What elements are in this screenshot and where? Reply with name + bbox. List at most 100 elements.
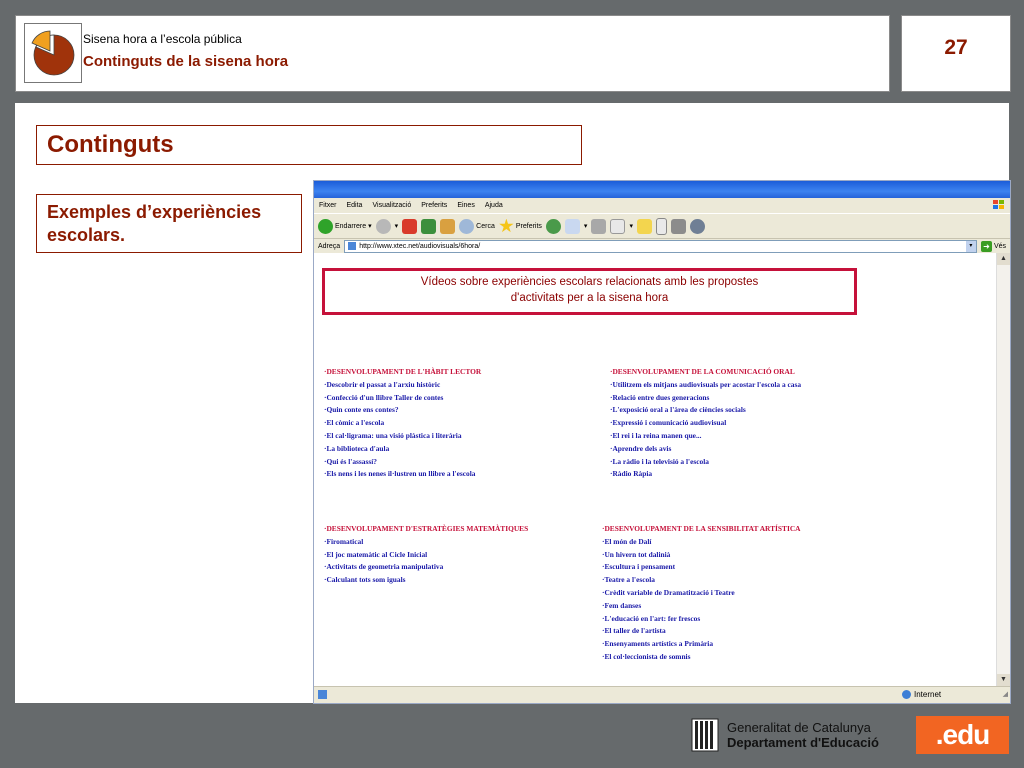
- section-heading: ·DESENVOLUPAMENT D'ESTRATÈGIES MATEMÀTIQ…: [324, 524, 529, 533]
- slide-content: Continguts Exemples d’experiències escol…: [15, 103, 1011, 704]
- messenger-icon[interactable]: [670, 218, 686, 234]
- back-button[interactable]: Endarrere ▾: [318, 218, 372, 234]
- link-item[interactable]: ·Teatre a l'escola: [602, 574, 801, 587]
- link-item[interactable]: ·El joc matemàtic al Cicle Inicial: [324, 549, 528, 562]
- link-item[interactable]: ·Ensenyaments artístics a Primària: [602, 638, 801, 651]
- gencat-line1: Generalitat de Catalunya: [727, 720, 871, 735]
- link-item[interactable]: ·El rei i la reina manen que...: [610, 430, 801, 443]
- link-item[interactable]: ·Calculant tots som iguals: [324, 574, 528, 587]
- link-item[interactable]: ·El món de Dalí: [602, 536, 801, 549]
- search-button-label: Cerca: [476, 222, 495, 230]
- section-title: Continguts: [36, 125, 582, 165]
- globe-icon: [902, 690, 911, 699]
- webpage-heading-line1: Vídeos sobre experiències escolars relac…: [420, 276, 759, 288]
- browser-window: Fitxer Edita Visualització Preferits Ein…: [313, 180, 1011, 704]
- address-bar: Adreça http://www.xtec.net/audiovisuals/…: [314, 239, 1010, 254]
- discuss-icon[interactable]: [689, 218, 705, 234]
- menu-item-visualitzacio[interactable]: Visualització: [372, 202, 411, 209]
- header-subtitle: Sisena hora a l’escola pública: [83, 32, 242, 46]
- menu-item-fitxer[interactable]: Fitxer: [319, 202, 337, 209]
- section-comunicacio-oral: ·DESENVOLUPAMENT DE LA COMUNICACIÓ ORAL …: [610, 366, 801, 481]
- go-button[interactable]: ➜ Vés: [980, 240, 1006, 252]
- link-item[interactable]: ·Quin conte ens contes?: [324, 404, 481, 417]
- link-item[interactable]: ·Firomatical: [324, 536, 528, 549]
- link-item[interactable]: ·El taller de l'artista: [602, 625, 801, 638]
- page-number-box: 27: [901, 15, 1011, 92]
- page-status-icon: [318, 690, 327, 699]
- go-label: Vés: [993, 242, 1006, 250]
- section-heading: ·DESENVOLUPAMENT DE L'HÀBIT LECTOR: [324, 367, 482, 376]
- link-item[interactable]: ·Escultura i pensament: [602, 561, 801, 574]
- link-item[interactable]: ·Relació entre dues generacions: [610, 392, 801, 405]
- webpage-heading: Vídeos sobre experiències escolars relac…: [322, 268, 857, 315]
- link-item[interactable]: ·Crèdit variable de Dramatització i Teat…: [602, 587, 801, 600]
- scroll-down-icon[interactable]: ▼: [997, 674, 1010, 686]
- gencat-line2: Departament d'Educació: [727, 735, 879, 750]
- zone-label: Internet: [914, 690, 942, 699]
- link-item[interactable]: ·Els nens i les nenes il·lustren un llib…: [324, 468, 481, 481]
- section-heading: ·DESENVOLUPAMENT DE LA COMUNICACIÓ ORAL: [610, 367, 795, 376]
- browser-statusbar: Internet ◢: [314, 686, 1010, 703]
- link-item[interactable]: ·Aprendre dels avis: [610, 443, 801, 456]
- link-item[interactable]: ·L'educació en l'art: fer frescos: [602, 613, 801, 626]
- link-item[interactable]: ·Ràdio Ràpia: [610, 468, 801, 481]
- link-item[interactable]: ·Utilitzem els mitjans audiovisuals per …: [610, 379, 801, 392]
- windows-flag-icon: [993, 200, 1004, 209]
- home-icon[interactable]: [440, 218, 456, 234]
- security-zone: Internet: [902, 690, 941, 699]
- address-input[interactable]: http://www.xtec.net/audiovisuals/6hora/ …: [344, 239, 977, 253]
- link-item[interactable]: ·Descobrir el passat a l'arxiu històric: [324, 379, 481, 392]
- back-button-label: Endarrere: [335, 222, 367, 230]
- history-icon[interactable]: [545, 218, 561, 234]
- search-icon: [459, 218, 475, 234]
- search-button[interactable]: Cerca: [459, 218, 495, 234]
- browser-titlebar[interactable]: [314, 181, 1010, 198]
- slide-header: Sisena hora a l’escola pública Contingut…: [15, 15, 890, 92]
- section-sensibilitat-artistica: ·DESENVOLUPAMENT DE LA SENSIBILITAT ARTÍ…: [602, 523, 801, 664]
- print-icon[interactable]: [591, 218, 607, 234]
- address-dropdown-icon[interactable]: ▾: [965, 240, 976, 252]
- section-habit-lector: ·DESENVOLUPAMENT DE L'HÀBIT LECTOR ·Desc…: [324, 366, 481, 481]
- link-item[interactable]: ·Activitats de geometria manipulativa: [324, 561, 528, 574]
- menu-item-ajuda[interactable]: Ajuda: [485, 202, 503, 209]
- forward-arrow-icon[interactable]: [375, 218, 391, 234]
- scroll-up-icon[interactable]: ▲: [997, 253, 1010, 265]
- section-heading: ·DESENVOLUPAMENT DE LA SENSIBILITAT ARTÍ…: [602, 524, 801, 533]
- link-item[interactable]: ·El col·leccionista de somnis: [602, 651, 801, 664]
- edit-icon[interactable]: [610, 218, 626, 234]
- link-item[interactable]: ·Un hivern tot dalinià: [602, 549, 801, 562]
- favorites-button-label: Preferits: [515, 222, 542, 230]
- link-item[interactable]: ·El còmic a l'escola: [324, 417, 481, 430]
- browser-menubar: Fitxer Edita Visualització Preferits Ein…: [314, 198, 1010, 213]
- gencat-logo: Generalitat de Catalunya Departament d'E…: [691, 716, 901, 754]
- mail-icon[interactable]: [564, 218, 580, 234]
- link-item[interactable]: ·La ràdio i la televisió a l'escola: [610, 456, 801, 469]
- link-item[interactable]: ·Expressió i comunicació audiovisual: [610, 417, 801, 430]
- link-item[interactable]: ·La biblioteca d'aula: [324, 443, 481, 456]
- link-item[interactable]: ·L'exposició oral a l'àrea de ciències s…: [610, 404, 801, 417]
- favorites-button[interactable]: Preferits: [499, 218, 542, 234]
- star-icon: [499, 218, 514, 233]
- browser-toolbar: Endarrere ▾ ▾ Cerca Preferits ▾ ▾: [314, 213, 1010, 239]
- link-item[interactable]: ·Fem danses: [602, 600, 801, 613]
- section-estrategies-matematiques: ·DESENVOLUPAMENT D'ESTRATÈGIES MATEMÀTIQ…: [324, 523, 528, 587]
- browser-viewport: Vídeos sobre experiències escolars relac…: [314, 253, 997, 686]
- webpage-heading-line2: d'activitats per a la sisena hora: [510, 292, 669, 304]
- gencat-emblem-icon: [691, 718, 719, 752]
- folder-icon[interactable]: [636, 218, 652, 234]
- research-icon[interactable]: [655, 217, 667, 235]
- page-number: 27: [944, 36, 968, 59]
- edu-logo: .edu: [916, 716, 1009, 754]
- link-item[interactable]: ·El cal·ligrama: una visió plàstica i li…: [324, 430, 481, 443]
- resize-grip-icon[interactable]: ◢: [1003, 690, 1008, 698]
- go-arrow-icon: ➜: [980, 240, 992, 252]
- vertical-scrollbar[interactable]: ▲ ▼: [996, 253, 1010, 686]
- refresh-icon[interactable]: [421, 218, 437, 234]
- link-item[interactable]: ·Qui és l'assassí?: [324, 456, 481, 469]
- menu-item-edita[interactable]: Edita: [347, 202, 363, 209]
- menu-item-preferits[interactable]: Preferits: [421, 202, 447, 209]
- link-item[interactable]: ·Confecció d'un llibre Taller de contes: [324, 392, 481, 405]
- page-icon: [348, 242, 357, 250]
- menu-item-eines[interactable]: Eines: [457, 202, 475, 209]
- stop-icon[interactable]: [402, 218, 418, 234]
